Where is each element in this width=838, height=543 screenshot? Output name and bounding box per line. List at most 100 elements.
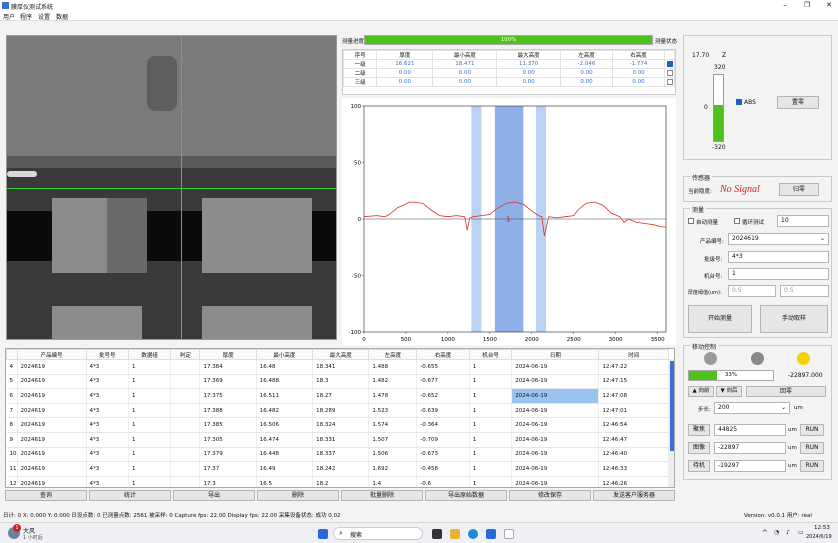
level-row[interactable]: 三级 0.00 0.00 0.00 0.00 0.00 xyxy=(342,77,675,87)
taskbar-search[interactable]: ⌕ 搜索 xyxy=(333,527,423,540)
camera-view[interactable] xyxy=(6,35,337,340)
table-cell[interactable]: 4*3 xyxy=(86,461,129,477)
edge-icon[interactable] xyxy=(468,529,478,539)
machine-input[interactable]: 1 xyxy=(728,268,829,280)
table-cell[interactable]: 17.37 xyxy=(199,461,257,477)
table-cell[interactable]: 12:46:33 xyxy=(598,461,669,477)
table-row[interactable]: 6 2024619 4*3 1 17.375 16.511 18.27 1.478 -0.652… xyxy=(6,388,669,404)
table-cell[interactable]: 2024-06-19 xyxy=(511,359,600,375)
table-cell[interactable]: 1.506 xyxy=(368,447,418,463)
table-cell[interactable]: 2024619 xyxy=(17,432,87,448)
auto-measure-checkbox[interactable] xyxy=(688,218,694,224)
table-cell[interactable]: 18.2 xyxy=(312,476,370,487)
table-cell[interactable]: 2024619 xyxy=(17,447,87,463)
table-cell[interactable] xyxy=(170,403,201,419)
app-taskbar-icon[interactable] xyxy=(504,529,514,539)
table-cell[interactable]: -0.652 xyxy=(416,388,470,404)
close-icon[interactable]: ✕ xyxy=(822,1,836,9)
focus-position-input[interactable]: 44825 xyxy=(714,424,786,436)
sensor-reset-button[interactable]: 归零 xyxy=(779,183,819,196)
batch-input[interactable]: 4*3 xyxy=(728,251,829,263)
menu-program[interactable]: 程序 xyxy=(20,12,32,21)
table-row[interactable]: 4 2024619 4*3 1 17.384 16.48 18.341 1.488 -0.655… xyxy=(6,359,669,375)
maximize-icon[interactable]: ❐ xyxy=(800,1,814,9)
table-cell[interactable]: 17.369 xyxy=(199,374,257,390)
table-cell[interactable]: 10 xyxy=(6,447,18,463)
table-cell[interactable]: 17.375 xyxy=(199,388,257,404)
z-zero-button[interactable]: 置零 xyxy=(777,96,819,109)
table-cell[interactable]: 18.341 xyxy=(312,359,370,375)
table-cell[interactable]: 12:47:22 xyxy=(598,359,669,375)
table-cell[interactable]: -0.673 xyxy=(416,447,470,463)
table-cell[interactable]: 17.3 xyxy=(199,476,257,487)
level-row[interactable]: 一级 16.621 18.471 11.370 -2.046 -1.774 xyxy=(342,59,675,69)
table-cell[interactable]: 1 xyxy=(469,417,513,433)
column-header[interactable]: 批号号 xyxy=(85,349,129,360)
minimize-icon[interactable]: – xyxy=(778,1,792,9)
table-cell[interactable]: 1 xyxy=(469,476,513,487)
table-cell[interactable]: 12:46:47 xyxy=(598,432,669,448)
start-icon[interactable] xyxy=(318,529,328,539)
export-raw-button[interactable]: 导出原始数据 xyxy=(425,490,507,501)
level-checkbox[interactable] xyxy=(664,68,675,78)
product-no-select[interactable]: 2024619 ⌄ xyxy=(728,233,829,245)
table-cell[interactable]: 2024-06-19 xyxy=(511,403,600,419)
table-cell[interactable] xyxy=(170,359,201,375)
column-header[interactable]: 日期 xyxy=(511,349,600,360)
table-row[interactable]: 9 2024619 4*3 1 17.305 16.474 18.331 1.507 -0.70… xyxy=(6,432,669,448)
table-cell[interactable] xyxy=(170,476,201,487)
table-cell[interactable]: 18.242 xyxy=(312,461,370,477)
network-icon[interactable]: ◔ xyxy=(774,529,779,536)
table-cell[interactable]: 2024-06-19 xyxy=(511,447,600,463)
table-cell[interactable]: 2024-06-19 xyxy=(511,417,600,433)
column-header[interactable]: 厚度 xyxy=(199,349,257,360)
table-cell[interactable]: 4*3 xyxy=(86,374,129,390)
table-cell[interactable]: 1 xyxy=(128,432,172,448)
batch-delete-button[interactable]: 批量删除 xyxy=(341,490,423,501)
table-cell[interactable]: 1.692 xyxy=(368,461,418,477)
export-button[interactable]: 导出 xyxy=(173,490,255,501)
table-cell[interactable]: 12:47:01 xyxy=(598,403,669,419)
image-position-button[interactable]: 图像 xyxy=(688,442,710,454)
table-cell[interactable]: 12:46:26 xyxy=(598,476,669,487)
results-table[interactable]: 产品编号 批号号 数据组 判定 厚度 最小高度 最大高度 左高度 右高度 机台号… xyxy=(5,348,675,488)
table-cell[interactable]: 18.337 xyxy=(312,447,370,463)
table-cell[interactable]: 17.305 xyxy=(199,432,257,448)
table-row[interactable]: 11 2024619 4*3 1 17.37 16.49 18.242 1.692 -0.458… xyxy=(6,461,669,477)
table-cell[interactable]: 8 xyxy=(6,417,18,433)
table-cell[interactable]: 4*3 xyxy=(86,417,129,433)
table-cell[interactable]: 1 xyxy=(128,417,172,433)
table-cell[interactable]: 1 xyxy=(128,374,172,390)
table-cell[interactable]: 16.49 xyxy=(256,461,314,477)
table-cell[interactable] xyxy=(170,432,201,448)
table-cell[interactable] xyxy=(170,388,201,404)
table-row[interactable]: 7 2024619 4*3 1 17.388 16.482 18.289 1.523 -0.63… xyxy=(6,403,669,419)
start-measure-button[interactable]: 开始测量 xyxy=(688,305,752,333)
table-cell[interactable]: 1 xyxy=(469,388,513,404)
table-scrollbar[interactable] xyxy=(669,359,674,487)
table-cell[interactable]: 16.48 xyxy=(256,359,314,375)
table-cell[interactable] xyxy=(170,461,201,477)
table-cell[interactable]: -0.364 xyxy=(416,417,470,433)
table-cell[interactable]: 2024619 xyxy=(17,403,87,419)
table-row[interactable]: 12 2024619 4*3 1 17.3 16.5 18.2 1.4 -0.6 1 2024-06… xyxy=(6,476,669,487)
run-image-button[interactable]: RUN xyxy=(800,442,824,454)
delete-button[interactable]: 删除 xyxy=(257,490,339,501)
step-select[interactable]: 200 ⌄ xyxy=(714,402,790,414)
query-button[interactable]: 查询 xyxy=(5,490,87,501)
table-cell[interactable]: 1 xyxy=(469,359,513,375)
table-cell[interactable]: 1.482 xyxy=(368,374,418,390)
table-cell[interactable]: 12 xyxy=(6,476,18,487)
table-cell[interactable]: 5 xyxy=(6,374,18,390)
table-cell[interactable]: 12:47:15 xyxy=(598,374,669,390)
table-cell[interactable]: 4 xyxy=(6,359,18,375)
table-cell[interactable]: -0.458 xyxy=(416,461,470,477)
column-header[interactable]: 产品编号 xyxy=(16,349,87,360)
table-cell[interactable]: 1 xyxy=(469,447,513,463)
table-cell[interactable]: 1.478 xyxy=(368,388,418,404)
abs-checkbox[interactable] xyxy=(736,99,742,105)
menu-data[interactable]: 数据 xyxy=(56,12,68,21)
table-cell[interactable]: 18.324 xyxy=(312,417,370,433)
table-cell[interactable]: 2024619 xyxy=(17,476,87,487)
table-cell[interactable]: 2024619 xyxy=(17,388,87,404)
